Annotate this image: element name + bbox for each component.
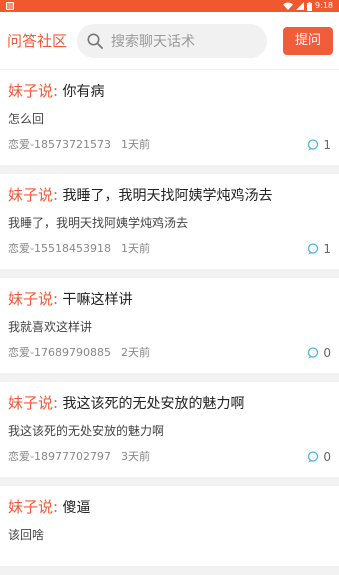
question-body: 该回啥	[8, 528, 45, 542]
post-time: 3天前	[120, 450, 150, 463]
status-time: 9:18	[315, 1, 333, 10]
author-name: 恋爱-15518453918	[8, 242, 111, 255]
question-title: 我这该死的无处安放的魅力啊	[62, 396, 245, 412]
reply-count-value: 1	[323, 242, 331, 256]
question-prefix: 妹子说:	[8, 290, 59, 308]
question-list: 妹子说: 你有病 怎么回 恋爱-18573721573 1天前 1 妹子说: 我…	[0, 70, 339, 575]
author-name: 恋爱-17689790885	[8, 346, 111, 359]
question-title-row: 妹子说: 干嘛这样讲	[8, 288, 331, 310]
question-meta: 恋爱-18573721573 1天前 1	[8, 136, 331, 154]
signal-icon	[296, 2, 305, 10]
reply-count[interactable]: 0	[307, 344, 331, 362]
question-prefix: 妹子说:	[8, 498, 59, 516]
question-prefix: 妹子说:	[8, 82, 59, 100]
question-title-row: 妹子说: 我这该死的无处安放的魅力啊	[8, 392, 331, 414]
comment-icon	[308, 243, 319, 255]
reply-count[interactable]: 1	[307, 240, 331, 258]
comment-icon	[308, 139, 319, 151]
reply-count-value: 0	[323, 346, 331, 360]
battery-icon	[307, 1, 313, 11]
question-title-row: 妹子说: 我睡了，我明天找阿姨学炖鸡汤去	[8, 184, 331, 206]
ask-button[interactable]: 提问	[283, 26, 333, 55]
question-title-row: 妹子说: 傻逼	[8, 496, 331, 518]
post-time: 1天前	[120, 138, 150, 151]
question-card[interactable]: 妹子说: 我这该死的无处安放的魅力啊 我这该死的无处安放的魅力啊 恋爱-1897…	[0, 382, 339, 477]
question-title: 傻逼	[62, 500, 91, 516]
reply-count-value: 1	[323, 138, 331, 152]
post-time: 1天前	[120, 242, 150, 255]
search-input[interactable]: 搜索聊天话术	[77, 23, 268, 58]
comment-icon	[308, 451, 319, 463]
comment-icon	[308, 347, 319, 359]
question-card[interactable]: 妹子说: 我睡了，我明天找阿姨学炖鸡汤去 我睡了，我明天找阿姨学炖鸡汤去 恋爱-…	[0, 174, 339, 269]
question-card[interactable]: 妹子说: 你有病 怎么回 恋爱-18573721573 1天前 1	[0, 70, 339, 165]
reply-count[interactable]: 0	[307, 448, 331, 466]
question-meta: 恋爱-17689790885 2天前 0	[8, 344, 331, 362]
question-title: 干嘛这样讲	[62, 292, 133, 308]
search-placeholder: 搜索聊天话术	[111, 33, 196, 50]
author-name: 恋爱-18977702797	[8, 450, 111, 463]
question-body: 我这该死的无处安放的魅力啊	[8, 424, 165, 438]
question-body: 怎么回	[8, 112, 45, 126]
status-right: 9:18	[283, 0, 333, 12]
question-meta: 恋爱-15518453918 1天前 1	[8, 240, 331, 258]
question-meta: 恋爱-18977702797 3天前 0	[8, 448, 331, 466]
question-prefix: 妹子说:	[8, 186, 59, 204]
top-bar: 问答社区 搜索聊天话术 提问	[0, 12, 339, 70]
question-card[interactable]: 妹子说: 干嘛这样讲 我就喜欢这样讲 恋爱-17689790885 2天前 0	[0, 278, 339, 373]
author-name: 恋爱-18573721573	[8, 138, 111, 151]
status-left	[6, 2, 14, 10]
question-prefix: 妹子说:	[8, 394, 59, 412]
question-body: 我就喜欢这样讲	[8, 320, 93, 334]
question-title-row: 妹子说: 你有病	[8, 80, 331, 102]
search-icon	[87, 33, 103, 49]
wifi-icon	[283, 2, 294, 10]
question-body: 我睡了，我明天找阿姨学炖鸡汤去	[8, 216, 189, 230]
post-time: 2天前	[120, 346, 150, 359]
page-title: 问答社区	[7, 32, 68, 50]
status-bar: 9:18	[0, 0, 339, 12]
question-title: 我睡了，我明天找阿姨学炖鸡汤去	[62, 188, 273, 204]
question-title: 你有病	[62, 84, 105, 100]
reply-count-value: 0	[323, 450, 331, 464]
notification-icon	[6, 2, 14, 10]
reply-count[interactable]: 1	[307, 136, 331, 154]
question-card[interactable]: 妹子说: 傻逼 该回啥	[0, 486, 339, 566]
